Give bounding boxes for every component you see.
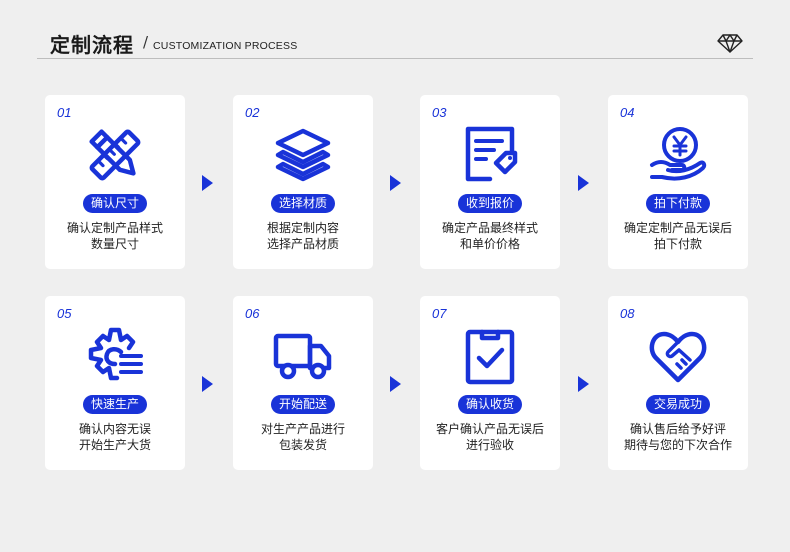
page-subtitle: CUSTOMIZATION PROCESS <box>153 40 298 52</box>
price-sheet-icon <box>465 126 518 182</box>
step-card-06: 06 开始配送 对生产产品进行 包装发货 <box>233 296 373 470</box>
step-description: 对生产产品进行 包装发货 <box>233 421 373 453</box>
arrow-right-icon <box>202 175 213 191</box>
arrow-right-icon <box>578 175 589 191</box>
step-description: 确定产品最终样式 和单价价格 <box>420 220 560 252</box>
step-description: 确认内容无误 开始生产大货 <box>45 421 185 453</box>
delivery-truck-icon <box>273 333 332 380</box>
arrow-right-icon <box>202 376 213 392</box>
step-description: 确认售后给予好评 期待与您的下次合作 <box>608 421 748 453</box>
step-description: 客户确认产品无误后 进行验收 <box>420 421 560 453</box>
step-description-line1: 根据定制内容 <box>266 221 339 235</box>
yen-coin-hand-icon <box>650 127 707 181</box>
step-card-01: 01 确认尺寸 确认定制产品样式 数量尺寸 <box>45 95 185 269</box>
step-description: 确定定制产品无误后 拍下付款 <box>608 220 748 252</box>
step-description-line1: 对生产产品进行 <box>260 422 345 436</box>
arrow-right-icon <box>390 175 401 191</box>
step-description-line2: 和单价价格 <box>459 237 520 251</box>
step-description: 根据定制内容 选择产品材质 <box>233 220 373 252</box>
diamond-icon <box>717 34 743 53</box>
step-label: 收到报价 <box>457 194 523 213</box>
step-description-line1: 确认定制产品样式 <box>66 221 163 235</box>
step-description-line1: 确定定制产品无误后 <box>623 221 732 235</box>
step-description-line2: 开始生产大货 <box>78 438 151 452</box>
page-header: 定制流程 / CUSTOMIZATION PROCESS <box>0 0 790 60</box>
step-description-line1: 确定产品最终样式 <box>441 221 538 235</box>
step-card-04: 04 拍下付款 确定定制产品无误后 拍下付款 <box>608 95 748 269</box>
step-description: 确认定制产品样式 数量尺寸 <box>45 220 185 252</box>
step-number: 05 <box>57 306 72 321</box>
step-card-08: 08 交易成功 确认售后给予好评 期待与您的下次合作 <box>608 296 748 470</box>
step-label: 确认收货 <box>457 395 523 414</box>
step-label: 选择材质 <box>270 194 336 213</box>
arrow-right-icon <box>578 376 589 392</box>
step-number: 07 <box>432 306 447 321</box>
page-title: 定制流程 <box>50 33 134 57</box>
step-description-line1: 确认内容无误 <box>78 422 151 436</box>
header-divider <box>37 58 753 59</box>
step-description-line1: 确认售后给予好评 <box>629 422 726 436</box>
arrow-right-icon <box>390 376 401 392</box>
step-label: 快速生产 <box>82 395 148 414</box>
step-label: 确认尺寸 <box>82 194 148 213</box>
step-description-line2: 选择产品材质 <box>266 237 339 251</box>
step-description-line2: 进行验收 <box>465 438 514 452</box>
step-label: 交易成功 <box>645 395 711 414</box>
step-number: 03 <box>432 105 447 120</box>
step-description-line2: 期待与您的下次合作 <box>623 438 732 452</box>
step-card-02: 02 选择材质 根据定制内容 选择产品材质 <box>233 95 373 269</box>
step-number: 02 <box>245 105 260 120</box>
title-separator: / <box>143 33 149 51</box>
clipboard-check-icon <box>465 329 515 385</box>
step-number: 08 <box>620 306 635 321</box>
handshake-heart-icon <box>649 331 707 383</box>
step-description-line2: 拍下付款 <box>653 237 702 251</box>
step-number: 06 <box>245 306 260 321</box>
step-label: 拍下付款 <box>645 194 711 213</box>
step-label: 开始配送 <box>270 395 336 414</box>
step-number: 04 <box>620 105 635 120</box>
step-number: 01 <box>57 105 72 120</box>
step-description-line2: 数量尺寸 <box>90 237 139 251</box>
layers-icon <box>275 128 331 182</box>
pencil-ruler-icon <box>89 129 141 181</box>
step-description-line1: 客户确认产品无误后 <box>435 422 544 436</box>
step-card-05: 05 快速生产 确认内容无误 开始生产大货 <box>45 296 185 470</box>
step-card-03: 03 收到报价 确定产品最终样式 和单价价格 <box>420 95 560 269</box>
step-description-line2: 包装发货 <box>278 438 327 452</box>
gear-production-icon <box>88 327 143 381</box>
step-card-07: 07 确认收货 客户确认产品无误后 进行验收 <box>420 296 560 470</box>
